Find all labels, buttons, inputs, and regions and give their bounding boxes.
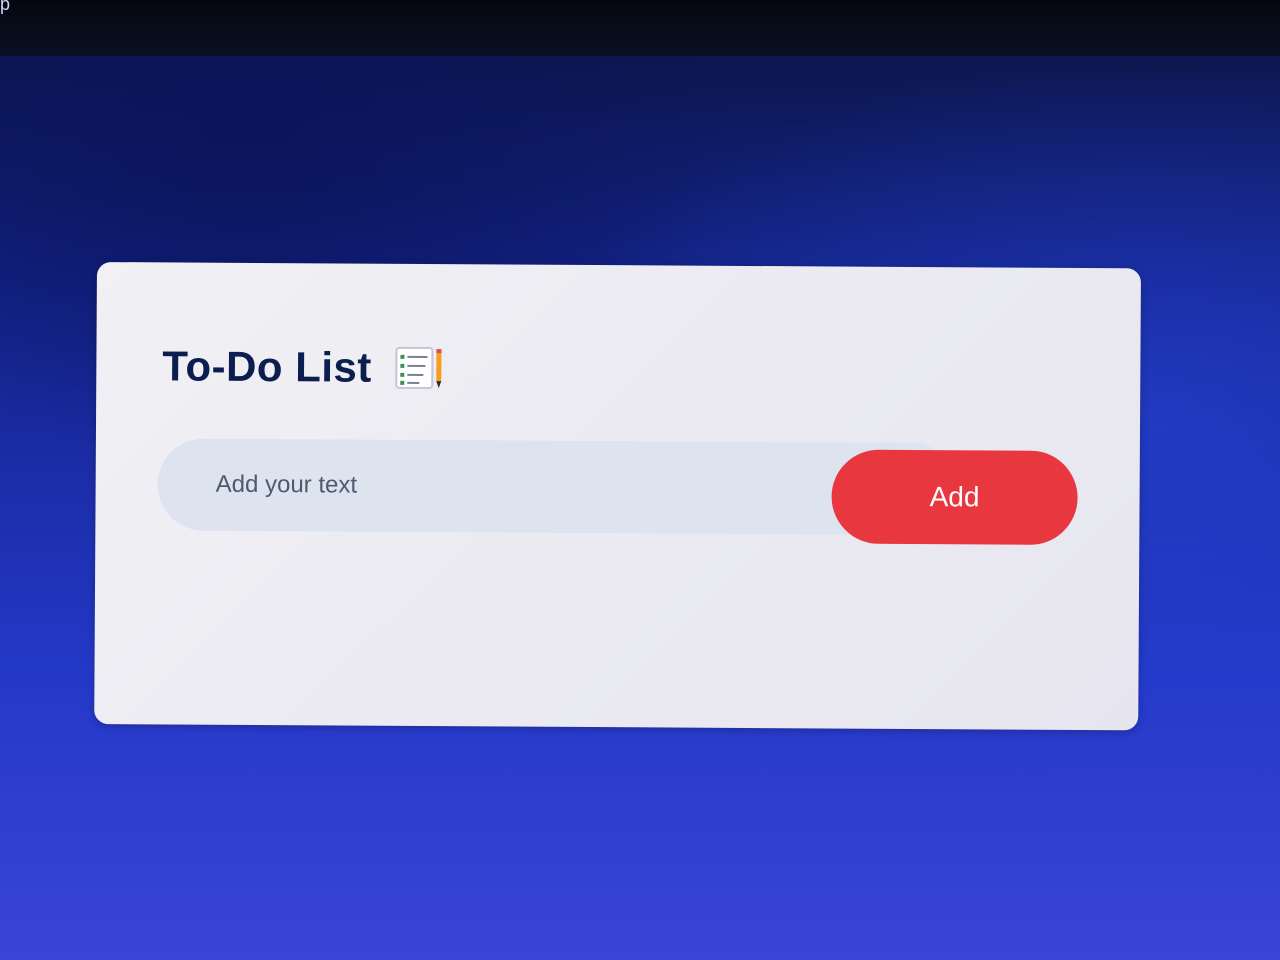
page-title: To-Do List xyxy=(162,342,373,391)
add-button[interactable]: Add xyxy=(831,449,1078,545)
notepad-pencil-icon xyxy=(394,346,444,390)
todo-card: To-Do List Add xyxy=(94,262,1141,731)
top-strip-partial-text: p xyxy=(0,0,11,14)
title-row: To-Do List xyxy=(162,342,444,392)
add-item-row: Add xyxy=(157,438,1078,545)
top-window-strip: p xyxy=(0,0,1280,56)
